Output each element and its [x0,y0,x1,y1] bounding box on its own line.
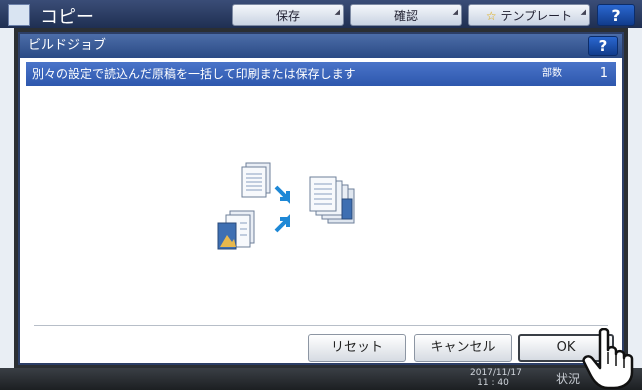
app-title: コピー [40,7,94,28]
arrow-icon [274,185,290,204]
merged-document-stack-icon [309,176,355,224]
dialog-help-button[interactable]: ? [588,36,618,56]
clock-time: 11 : 40 [477,378,509,388]
tab-confirm-label: 確認 [393,9,418,23]
reset-button[interactable]: リセット [308,334,406,362]
dialog-title: ビルドジョブ [28,38,107,53]
dialog-divider [34,325,608,326]
status-bar [0,368,642,390]
build-job-dialog: ビルドジョブ ? 別々の設定で読込んだ原稿を一括して印刷または保存します 部数 … [18,32,624,365]
tab-save-label: 保存 [275,9,300,23]
copies-value: 1 [599,66,608,81]
tab-save-arrow-icon: ◢ [334,8,340,16]
help-button[interactable]: ? [597,4,635,26]
dialog-info-bar: 別々の設定で読込んだ原稿を一括して印刷または保存します 部数 1 [26,62,616,86]
tab-confirm[interactable]: 確認 ◢ [350,4,462,26]
dialog-info-text: 別々の設定で読込んだ原稿を一括して印刷または保存します [32,67,356,81]
tab-confirm-arrow-icon: ◢ [452,8,458,16]
tab-template-arrow-icon: ◢ [580,8,586,16]
background-panel-left [0,28,14,368]
copy-app-icon [8,4,30,26]
clock-date: 2017/11/17 [470,368,522,378]
cancel-button[interactable]: キャンセル [414,334,512,362]
document-stack-icon [241,162,271,198]
status-button[interactable]: 状況 [556,368,580,390]
background-panel-right [628,28,642,368]
build-job-illustration-icon [217,162,355,250]
tab-template-label: テンプレート [500,9,573,23]
tab-template[interactable]: ☆ テンプレート ◢ [468,4,590,26]
dialog-title-bar: ビルドジョブ ? [20,34,622,58]
image-document-icon [217,210,255,250]
clock: 2017/11/17 11 : 40 [470,368,522,390]
pointer-hand-icon [582,328,634,390]
copies-label: 部数 [542,68,562,79]
tab-save[interactable]: 保存 ◢ [232,4,344,26]
arrow-icon [274,214,290,233]
star-icon: ☆ [485,9,497,23]
